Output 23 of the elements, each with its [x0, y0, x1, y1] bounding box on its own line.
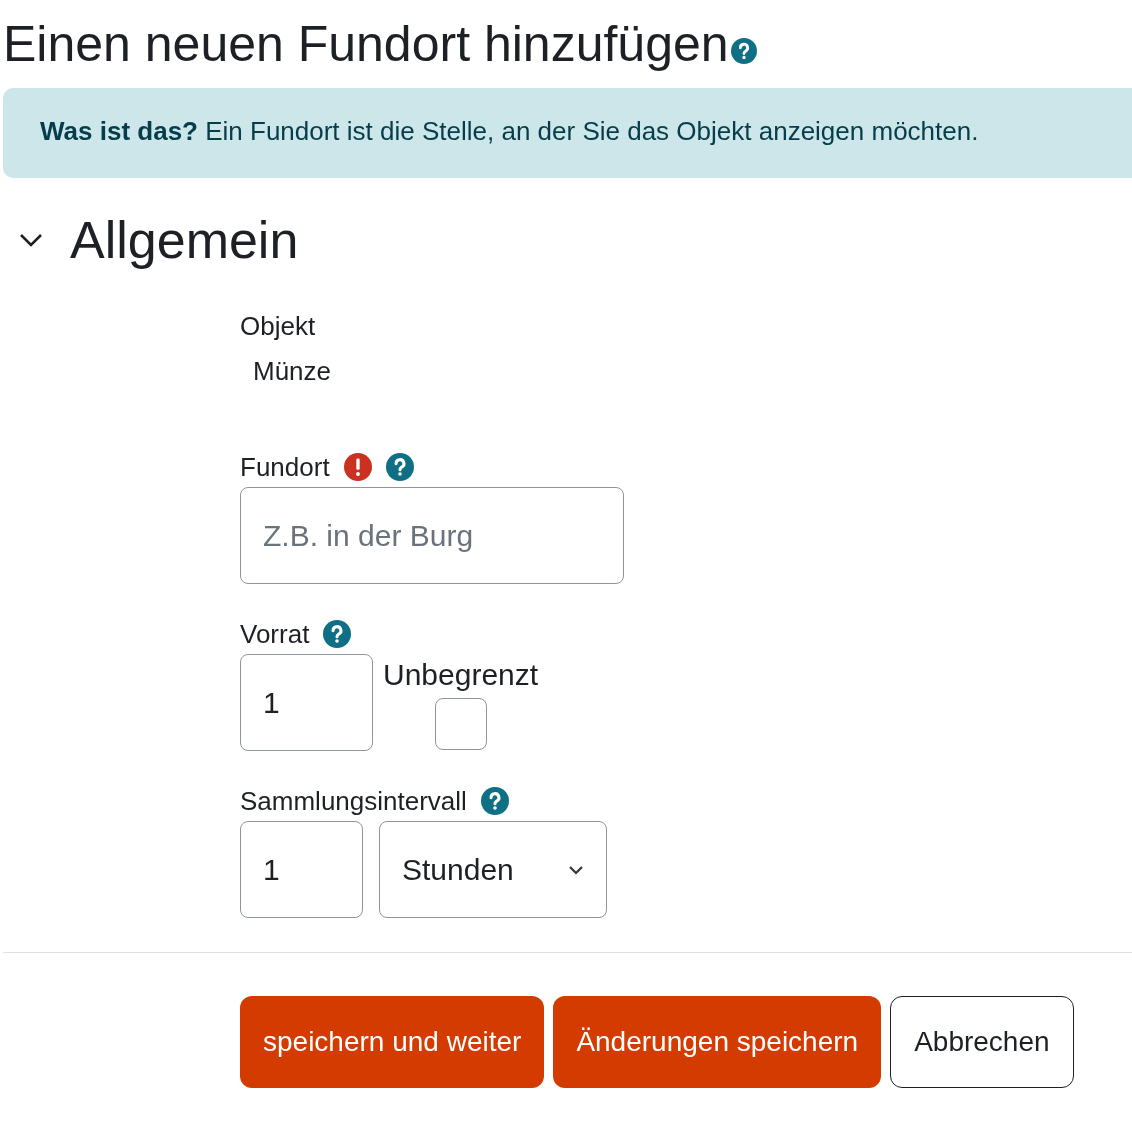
save-button[interactable]: speichern und weiter: [240, 996, 545, 1088]
info-text: Was ist das? Ein Fundort ist die Stelle, an der Sie das Objekt anzeigen möchten.: [40, 116, 979, 146]
help-icon[interactable]: [323, 620, 352, 648]
unit-select[interactable]: Stunden: [379, 821, 607, 918]
field-label: Objekt: [240, 310, 316, 342]
chevron-icon[interactable]: [18, 232, 44, 248]
page-title: Einen neuen Fundort hinzufügen: [3, 15, 729, 74]
help-icon[interactable]: [480, 787, 509, 815]
help-icon[interactable]: [385, 453, 414, 481]
field-value: Münze: [252, 355, 333, 387]
section-title[interactable]: Allgemein: [70, 208, 299, 272]
save-button[interactable]: Änderungen speichern: [553, 996, 882, 1088]
location-input[interactable]: Z.B. in der Burg: [240, 487, 624, 584]
field-label: Vorrat: [240, 618, 310, 650]
caret-icon: [568, 864, 584, 875]
interval-input[interactable]: 1: [240, 821, 363, 918]
stock-input[interactable]: 1: [240, 654, 373, 751]
help-icon[interactable]: [730, 38, 757, 64]
cancel-button[interactable]: Abbrechen: [890, 996, 1074, 1088]
unlimited-checkbox[interactable]: [434, 698, 487, 750]
checkbox-label: Unbegrenzt: [383, 657, 539, 692]
field-label: Sammlungsintervall: [240, 785, 467, 817]
field-label: Fundort: [240, 451, 330, 483]
